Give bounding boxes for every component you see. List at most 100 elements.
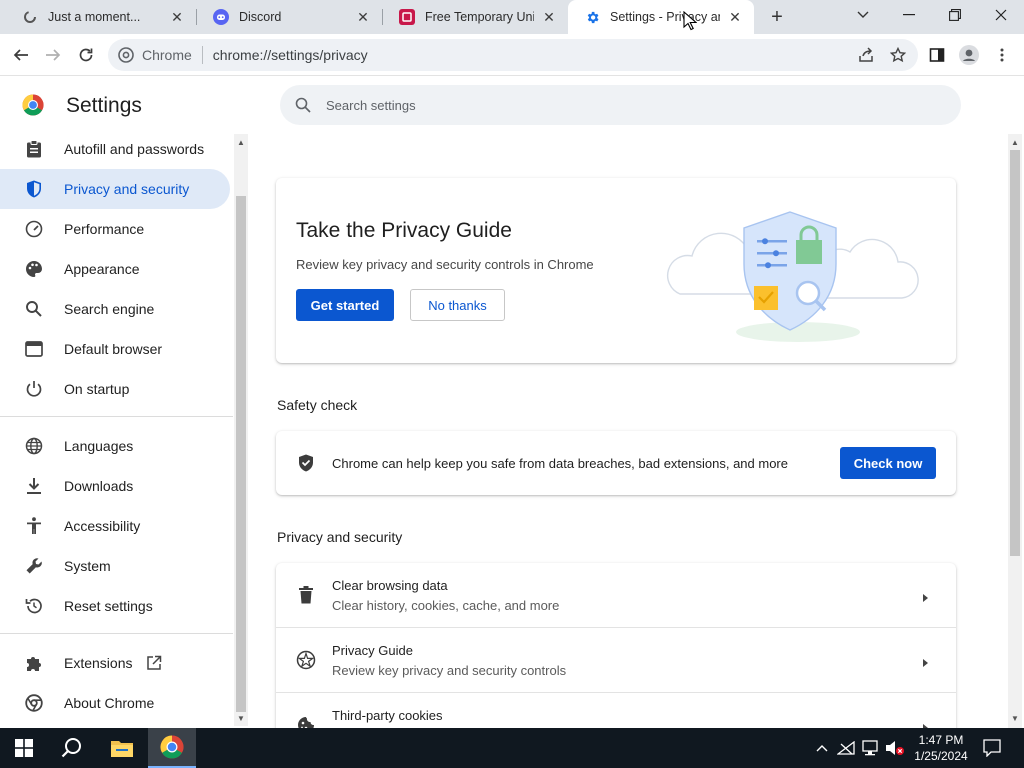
scroll-down-arrow-icon[interactable]: ▼ (1011, 714, 1019, 723)
side-panel-icon[interactable] (924, 42, 950, 68)
sidebar-scrollbar[interactable]: ▲ ▼ (234, 134, 248, 726)
settings-row-privacy-guide[interactable]: Privacy Guide Review key privacy and sec… (276, 628, 956, 692)
taskbar-chrome-icon[interactable] (148, 728, 196, 768)
omnibox-scheme: Chrome (142, 47, 192, 63)
privacy-guide-description: Review key privacy and security controls… (296, 257, 594, 272)
new-tab-button[interactable]: + (766, 6, 788, 28)
privacy-guide-title: Take the Privacy Guide (296, 219, 512, 242)
clock-date: 1/25/2024 (914, 749, 968, 763)
settings-row-clear-browsing-data[interactable]: Clear browsing data Clear history, cooki… (276, 563, 956, 627)
bookmark-star-icon[interactable] (885, 42, 911, 68)
kebab-menu-icon[interactable] (989, 42, 1015, 68)
sidebar-item-label: On startup (64, 381, 130, 397)
taskbar-clock[interactable]: 1:47 PM 1/25/2024 (910, 732, 972, 764)
main-scrollbar-thumb[interactable] (1010, 150, 1020, 556)
reload-button[interactable] (73, 42, 99, 68)
sidebar-item-label: Performance (64, 221, 145, 237)
close-window-button[interactable] (978, 0, 1024, 30)
minimize-button[interactable] (886, 0, 932, 30)
file-explorer-icon[interactable] (98, 728, 146, 768)
close-tab-icon[interactable]: ✕ (354, 8, 372, 26)
sidebar-divider (0, 633, 233, 634)
safety-check-card: Chrome can help keep you safe from data … (276, 431, 956, 495)
safety-shield-check-icon (296, 453, 316, 473)
scroll-up-arrow-icon[interactable]: ▲ (237, 138, 245, 147)
search-icon (294, 96, 312, 114)
clock-time: 1:47 PM (918, 733, 964, 747)
get-started-button[interactable]: Get started (296, 289, 394, 321)
sidebar-item-languages[interactable]: Languages (0, 426, 230, 466)
sidebar-item-system[interactable]: System (0, 546, 230, 586)
omnibox-divider (201, 46, 203, 64)
sidebar-item-label: Default browser (64, 341, 163, 357)
tab-settings[interactable]: Settings - Privacy and s ✕ (568, 0, 754, 34)
sidebar-item-performance[interactable]: Performance (0, 209, 230, 249)
sidebar-scrollbar-thumb[interactable] (236, 196, 246, 712)
sidebar-item-accessibility[interactable]: Accessibility (0, 506, 230, 546)
sidebar-item-on-startup[interactable]: On startup (0, 369, 230, 409)
chevron-right-icon (920, 655, 930, 667)
back-button[interactable] (8, 42, 34, 68)
forward-button[interactable] (40, 42, 66, 68)
sidebar-item-search-engine[interactable]: Search engine (0, 289, 230, 329)
sidebar-item-extensions[interactable]: Extensions (0, 643, 230, 683)
accessibility-icon (24, 516, 44, 536)
tray-chevron-up-icon[interactable] (812, 738, 832, 758)
scroll-down-arrow-icon[interactable]: ▼ (237, 714, 245, 723)
tab-discord[interactable]: Discord ✕ (197, 0, 382, 34)
sidebar-item-privacy[interactable]: Privacy and security (0, 169, 230, 209)
privacy-guide-card: Take the Privacy Guide Review key privac… (276, 178, 956, 363)
chrome-logo-icon (22, 94, 44, 116)
chrome-icon (24, 693, 44, 713)
taskbar-search-icon[interactable] (48, 728, 96, 768)
tab-title: Just a moment... (48, 10, 141, 24)
share-icon[interactable] (853, 42, 879, 68)
chrome-icon (118, 47, 134, 63)
shield-icon (24, 179, 44, 199)
privacy-security-heading: Privacy and security (277, 529, 403, 545)
sidebar-item-appearance[interactable]: Appearance (0, 249, 230, 289)
profile-avatar-icon[interactable] (956, 42, 982, 68)
reset-icon (24, 596, 44, 616)
notifications-icon[interactable] (982, 738, 1002, 758)
sidebar-item-label: Accessibility (64, 518, 141, 534)
network-disconnected-icon[interactable] (836, 738, 856, 758)
network-monitor-icon[interactable] (861, 738, 881, 758)
browser-window-icon (24, 339, 44, 359)
scroll-up-arrow-icon[interactable]: ▲ (1011, 138, 1019, 147)
check-now-button[interactable]: Check now (840, 447, 936, 479)
windows-start-icon[interactable] (0, 728, 48, 768)
settings-sidebar: Autofill and passwords Privacy and secur… (0, 130, 233, 728)
close-tab-icon[interactable]: ✕ (726, 8, 744, 26)
tab-free-temporary[interactable]: Free Temporary United ✕ (383, 0, 568, 34)
row-subtitle: Clear history, cookies, cache, and more (332, 598, 560, 613)
address-bar[interactable]: Chrome chrome://settings/privacy (108, 39, 918, 71)
sidebar-item-label: About Chrome (64, 695, 155, 711)
sidebar-item-default-browser[interactable]: Default browser (0, 329, 230, 369)
close-tab-icon[interactable]: ✕ (540, 8, 558, 26)
download-icon (24, 476, 44, 496)
sidebar-item-label: Autofill and passwords (64, 141, 205, 157)
main-scrollbar[interactable]: ▲ ▼ (1008, 134, 1022, 728)
power-icon (24, 379, 44, 399)
sidebar-item-reset-settings[interactable]: Reset settings (0, 586, 230, 626)
search-settings-input[interactable]: Search settings (280, 85, 961, 125)
page-title: Settings (66, 94, 142, 117)
tab-just-a-moment[interactable]: Just a moment... ✕ (6, 0, 196, 34)
sidebar-item-label: Downloads (64, 478, 134, 494)
tab-search-chevron-icon[interactable] (840, 0, 886, 30)
close-tab-icon[interactable]: ✕ (168, 8, 186, 26)
omnibox-url: chrome://settings/privacy (212, 47, 368, 63)
restore-button[interactable] (932, 0, 978, 30)
loading-icon (22, 9, 38, 25)
privacy-guide-illustration (658, 200, 920, 345)
row-title: Clear browsing data (332, 578, 448, 593)
sidebar-item-downloads[interactable]: Downloads (0, 466, 230, 506)
sidebar-item-about-chrome[interactable]: About Chrome (0, 683, 230, 723)
tab-strip: Just a moment... ✕ Discord ✕ Free Tempor… (0, 0, 1024, 34)
sidebar-item-label: Privacy and security (64, 181, 190, 197)
chevron-right-icon (920, 590, 930, 602)
no-thanks-button[interactable]: No thanks (410, 289, 505, 321)
sidebar-item-autofill[interactable]: Autofill and passwords (0, 130, 230, 169)
volume-muted-icon[interactable] (885, 738, 905, 758)
